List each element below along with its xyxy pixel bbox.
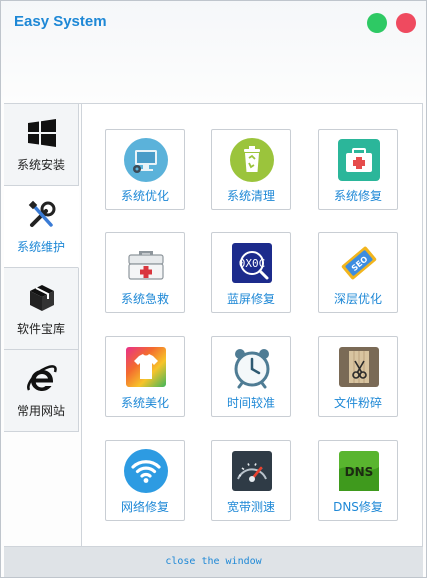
minimize-button[interactable]: [367, 13, 387, 33]
tile-label: 系统美化: [120, 396, 169, 410]
sidebar-item-label: 常用网站: [16, 404, 65, 418]
dns-icon: DNS: [339, 451, 379, 491]
sidebar-item-label: 软件宝库: [16, 322, 65, 336]
monitor-gear-icon: [124, 138, 168, 182]
close-button[interactable]: [396, 13, 416, 33]
windows-logo-icon: [28, 119, 56, 147]
svg-text:DNS: DNS: [345, 465, 374, 479]
tool-bsod-repair[interactable]: 0X0C 蓝屏修复: [211, 232, 291, 313]
tile-label: 网络修复: [120, 500, 169, 514]
tool-system-clean[interactable]: 系统清理: [211, 129, 291, 210]
sidebar: 系统安装 系统维护 软件宝库 常用网站: [4, 103, 81, 547]
alarm-clock-icon: [234, 349, 270, 389]
toolbox-icon: [128, 251, 164, 280]
seo-tag-icon: SEO: [341, 246, 377, 280]
tile-label: 系统清理: [226, 189, 275, 203]
tool-file-shredder[interactable]: 文件粉碎: [318, 336, 398, 417]
speedometer-icon: [232, 451, 272, 491]
tool-time-sync[interactable]: 时间较准: [211, 336, 291, 417]
tile-label: 宽带测速: [226, 500, 275, 514]
file-shredder-icon: [339, 347, 379, 387]
tool-deep-optimize[interactable]: SEO 深层优化: [318, 232, 398, 313]
tool-system-optimize[interactable]: 系统优化: [105, 129, 185, 210]
tool-system-beautify[interactable]: 系统美化: [105, 336, 185, 417]
tool-network-repair[interactable]: 网络修复: [105, 440, 185, 521]
app-window: Easy System 系统安装 系统维护 软件宝库 常用网站 系统优化 系统清…: [0, 0, 427, 578]
app-title: Easy System: [14, 13, 107, 30]
ie-browser-icon: [27, 365, 57, 391]
tool-system-rescue[interactable]: 系统急救: [105, 232, 185, 313]
footer-bar: close the window: [4, 546, 423, 577]
tool-grid: 系统优化 系统清理 系统修复 系统急救 0X0C 蓝屏修复 SEO 深层优化 系…: [81, 103, 423, 548]
sidebar-item-label: 系统维护: [16, 240, 65, 254]
tile-label: 系统修复: [333, 189, 382, 203]
bsod-search-icon: 0X0C: [232, 243, 272, 283]
tile-label: 系统急救: [120, 292, 169, 306]
title-bar: Easy System: [1, 1, 426, 103]
close-window-link[interactable]: close the window: [4, 556, 423, 567]
tile-label: 时间较准: [226, 396, 275, 410]
tool-speed-test[interactable]: 宽带测速: [211, 440, 291, 521]
sidebar-item-install[interactable]: 系统安装: [4, 104, 79, 186]
tile-label: DNS修复: [333, 500, 383, 514]
first-aid-kit-icon: [338, 139, 380, 181]
wifi-icon: [124, 449, 168, 493]
tool-system-repair[interactable]: 系统修复: [318, 129, 398, 210]
sidebar-item-software[interactable]: 软件宝库: [4, 268, 79, 350]
tile-label: 文件粉碎: [333, 396, 382, 410]
tile-label: 深层优化: [333, 292, 382, 306]
sidebar-item-websites[interactable]: 常用网站: [4, 350, 79, 432]
recycle-bin-icon: [230, 138, 274, 182]
sidebar-item-label: 系统安装: [16, 158, 65, 172]
tile-label: 系统优化: [120, 189, 169, 203]
wrench-screwdriver-icon: [28, 200, 56, 227]
tool-dns-repair[interactable]: DNS DNS修复: [318, 440, 398, 521]
tile-label: 蓝屏修复: [226, 292, 275, 306]
box-icon: [30, 285, 54, 311]
sidebar-item-maintenance[interactable]: 系统维护: [4, 186, 79, 268]
tshirt-icon: [126, 347, 166, 387]
